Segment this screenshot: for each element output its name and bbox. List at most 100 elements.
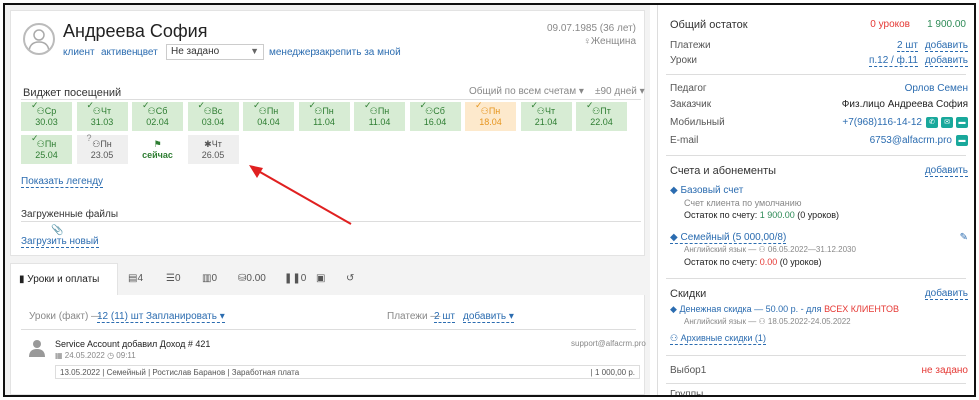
take-client-link[interactable]: закрепить за мной	[315, 47, 401, 58]
birth-date: 09.07.1985 (36 лет)	[546, 23, 636, 34]
avatar	[23, 23, 55, 55]
weekday-label: Пн	[100, 139, 112, 149]
weekday-label: Чт	[544, 106, 556, 116]
tab-lessons[interactable]: ▮ Уроки и оплаты 14	[10, 263, 118, 317]
mail-icon[interactable]: ▬	[956, 135, 968, 146]
call-icon[interactable]: ✆	[926, 117, 938, 128]
tab-subscriptions[interactable]: ▤4	[120, 263, 151, 295]
message-icon[interactable]: ▬	[956, 117, 968, 128]
tag-client[interactable]: клиент	[63, 47, 95, 58]
check-icon: ✓	[142, 100, 150, 110]
day-tile[interactable]: ✓ ⚇Чт 31.03	[76, 100, 128, 131]
status-select[interactable]: Не задано ▼	[166, 44, 264, 60]
add-payment-link[interactable]: добавить ▾	[463, 311, 514, 323]
day-tile[interactable]: ✓ ⚇Пн 11.04	[354, 100, 405, 131]
tab-stats[interactable]: ▥0	[194, 263, 225, 295]
mobile-value[interactable]: +7(968)116-14-12	[842, 117, 922, 128]
mobile-label: Мобильный	[670, 117, 725, 128]
day-tile[interactable]: ? ⚇Пн 23.05	[76, 133, 128, 164]
day-tile[interactable]: ✓ ⚇Пт 22.04	[576, 100, 627, 131]
email-value[interactable]: 6753@alfacrm.pro	[870, 135, 952, 146]
chat-icon[interactable]: ✉	[941, 117, 953, 128]
day-tile[interactable]: ✓ ⚇Пн 18.04	[465, 100, 516, 131]
tag-icon: ◆	[670, 232, 678, 243]
day-tile[interactable]: ✓ ⚇Пн 25.04	[21, 133, 72, 164]
check-icon: ✓	[586, 100, 594, 110]
accounts-add-link[interactable]: добавить	[924, 165, 968, 177]
archive-icon: ⚇	[670, 333, 679, 343]
weekday-label: Пн	[322, 106, 334, 116]
total-lessons: 0 уроков	[870, 19, 910, 30]
pause-icon: ❚❚	[284, 273, 301, 284]
day-tile[interactable]: ✓ ⚇Сб 02.04	[132, 100, 183, 131]
plan-link[interactable]: Запланировать ▾	[146, 311, 225, 323]
day-date: 30.03	[35, 117, 58, 127]
tab-money[interactable]: ▣	[308, 263, 333, 295]
lessons-add-link[interactable]: добавить	[924, 55, 968, 67]
payments-count-link[interactable]: 2 шт	[434, 311, 455, 323]
people-icon: ⚇	[536, 106, 545, 116]
user-icon	[27, 337, 47, 357]
day-date: 18.04	[479, 117, 502, 127]
tag-color[interactable]: цвет	[137, 47, 158, 58]
family-account-name: Семейный (5 000,00/8)	[680, 232, 787, 243]
discounts-add-link[interactable]: добавить	[924, 288, 968, 300]
upload-file-link[interactable]: Загрузить новый	[21, 236, 99, 248]
tab-lists[interactable]: ☰0	[158, 263, 189, 295]
tag-active[interactable]: активен	[101, 47, 138, 58]
day-date: 23.05	[90, 150, 114, 160]
family-account-desc: Английский язык — ⚇ 06.05.2022—31.12.203…	[684, 245, 856, 254]
days-filter[interactable]: ±90 дней ▾	[595, 86, 645, 97]
manager-link[interactable]: менеджер	[269, 47, 316, 58]
choice-value[interactable]: не задано	[922, 365, 969, 376]
day-tile[interactable]: ✓ ⚇Сб 16.04	[409, 100, 461, 131]
day-tile[interactable]: ✓ ⚇Чт 21.04	[520, 100, 572, 131]
total-amount: 1 900.00	[927, 19, 966, 30]
base-account-link[interactable]: ◆ Базовый счет	[670, 185, 743, 196]
teacher-link[interactable]: Орлов Семен	[905, 83, 968, 94]
entry-amount: | 1 000,00 р.	[590, 368, 635, 377]
accounts-filter[interactable]: Общий по всем счетам ▾	[469, 86, 584, 97]
check-icon: ✓	[31, 100, 39, 110]
check-icon: ✓	[308, 100, 317, 110]
divider	[666, 383, 966, 384]
show-legend-link[interactable]: Показать легенду	[21, 176, 104, 188]
day-weekday: ⚇Вс	[188, 106, 239, 117]
day-weekday: ⚇Чт	[77, 106, 128, 117]
divider	[21, 99, 641, 100]
day-date: 16.04	[423, 117, 447, 127]
day-weekday: ✱Чт	[188, 139, 239, 150]
weekday-label: Сб	[433, 106, 445, 116]
day-tile[interactable]: ✓ ⚇Пн 11.04	[298, 100, 350, 131]
day-tile[interactable]: ✓ ⚇Вс 03.04	[187, 100, 239, 131]
archive-label: Архивные скидки (1)	[680, 333, 766, 343]
fact-count-link[interactable]: 12 (11) шт	[97, 311, 144, 323]
family-account-link[interactable]: ◆ Семейный (5 000,00/8)	[670, 232, 787, 244]
day-tile[interactable]: ✓ ⚇Ср 30.03	[21, 100, 72, 131]
paperclip-icon: 📎	[51, 225, 64, 236]
discount-link[interactable]: ◆ Денежная скидка — 50.00 р. - для ВСЕХ …	[670, 304, 899, 315]
entry-email: support@alfacrm.pro	[571, 339, 646, 348]
day-date: 03.04	[201, 117, 225, 127]
day-tile[interactable]: ✓ ⚇Пн 04.04	[243, 100, 294, 131]
payments-count-link[interactable]: 2 шт	[897, 40, 918, 52]
lessons-count-link[interactable]: п.12 / ф.11	[868, 55, 918, 67]
archive-discounts-link[interactable]: ⚇ Архивные скидки (1)	[670, 333, 766, 345]
tab-bar: ▮ Уроки и оплаты 14 ▤4 ☰0 ▥0 ⛁0.00 ❚❚0 ▣…	[10, 263, 645, 317]
widget-title: Виджет посещений	[23, 87, 122, 99]
status-select-value: Не задано	[171, 46, 220, 57]
family-desc: Английский язык —	[684, 245, 757, 254]
day-weekday: ⚇Пн	[77, 139, 128, 150]
day-date: 11.04	[368, 117, 391, 127]
main-panel: Андреева София клиент активен цвет Не за…	[5, 5, 650, 395]
day-tile[interactable]: ✱Чт 26.05	[187, 135, 239, 164]
edit-icon[interactable]: ✎	[960, 232, 968, 243]
day-date: 25.04	[35, 150, 58, 160]
weekday-label: Пн	[44, 139, 57, 149]
day-tile[interactable]: ⚑ сейчас	[132, 135, 183, 164]
payments-add-link[interactable]: добавить	[924, 40, 968, 52]
tab-wallet[interactable]: ⛁0.00	[230, 263, 274, 295]
tab-history[interactable]: ↺	[338, 263, 362, 295]
discount-name: Денежная скидка — 50.00 р. - для	[679, 304, 822, 314]
tag-icon: ◆	[670, 185, 678, 196]
